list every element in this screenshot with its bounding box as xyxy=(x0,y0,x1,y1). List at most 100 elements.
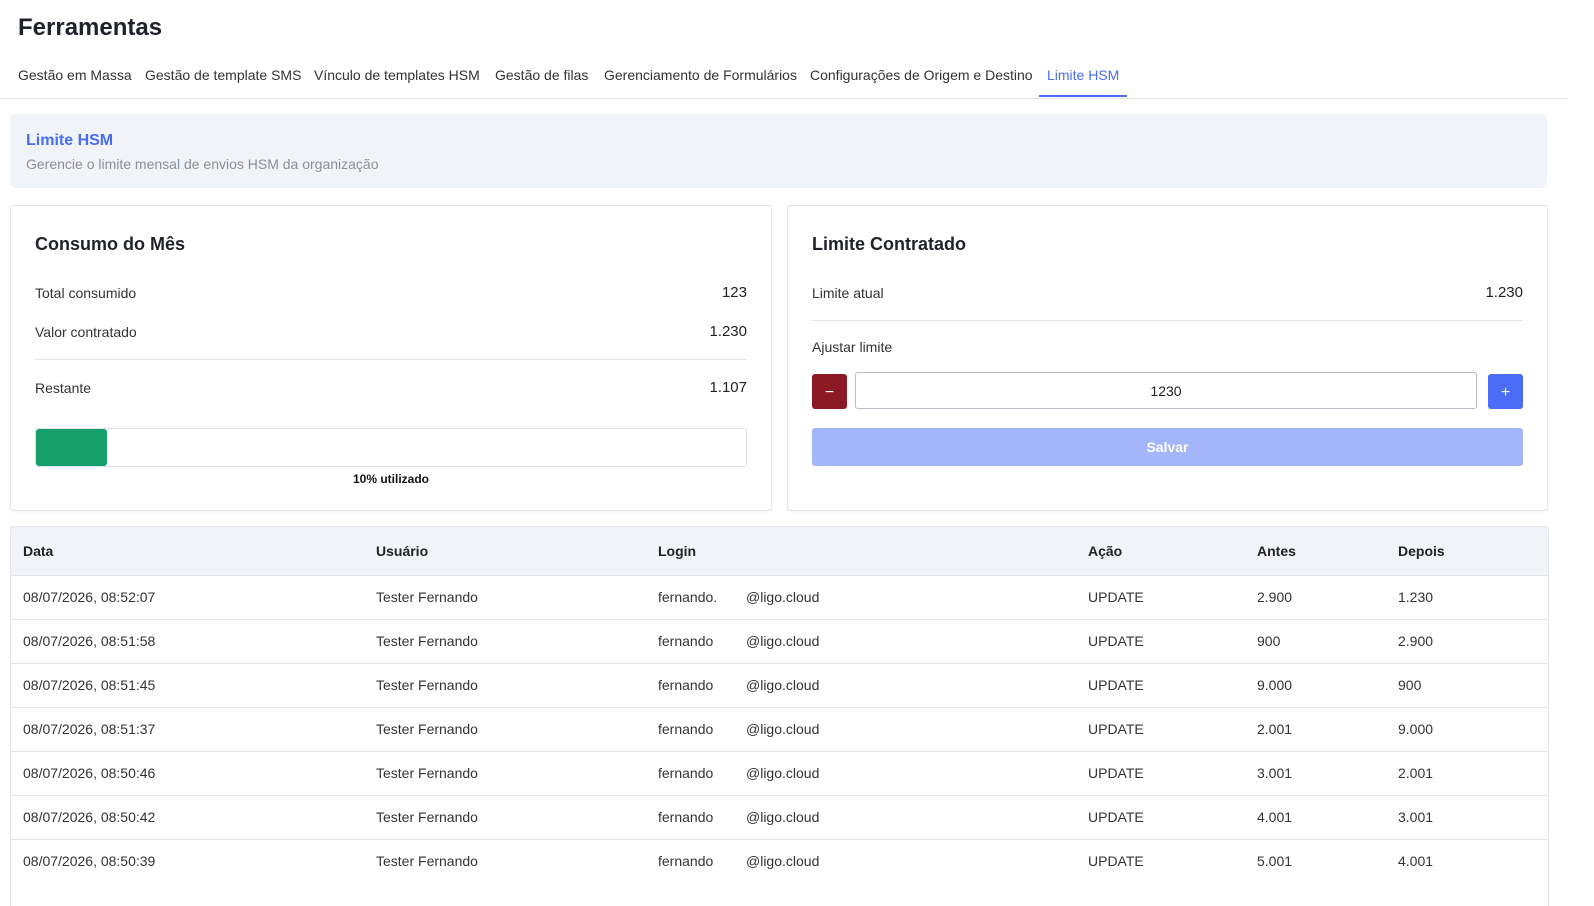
decrement-button[interactable]: − xyxy=(812,374,847,409)
login-user: fernando xyxy=(658,633,714,649)
cell-acao: UPDATE xyxy=(1088,765,1144,781)
cell-antes: 2.900 xyxy=(1257,589,1293,605)
tab-gerenciamento-formularios[interactable]: Gerenciamento de Formulários xyxy=(604,58,797,97)
cell-depois: 2.001 xyxy=(1398,765,1434,781)
cell-login: fernando @ligo.cloud xyxy=(646,619,1076,663)
cell-login: fernando @ligo.cloud xyxy=(646,795,1076,839)
login-domain: @ligo.cloud xyxy=(746,589,820,605)
login-user: fernando xyxy=(658,853,714,870)
cell-depois: 900 xyxy=(1398,677,1422,693)
total-consumido-label: Total consumido xyxy=(35,285,137,301)
cell-antes: 9.000 xyxy=(1257,677,1293,693)
cell-antes: 4.001 xyxy=(1257,809,1293,825)
login-domain: @ligo.cloud xyxy=(746,677,820,693)
column-header-antes[interactable]: Antes xyxy=(1245,527,1386,575)
table-row: 08/07/2026, 08:51:37 Tester Fernando fer… xyxy=(11,707,1548,751)
login-domain: @ligo.cloud xyxy=(746,765,820,781)
table-row: 08/07/2026, 08:52:07 Tester Fernando fer… xyxy=(11,575,1548,619)
cell-login: fernando @ligo.cloud xyxy=(646,707,1076,751)
login-domain: @ligo.cloud xyxy=(746,809,820,825)
tab-configuracoes-origem-destino[interactable]: Configurações de Origem e Destino xyxy=(810,58,1033,97)
limit-input[interactable] xyxy=(855,372,1477,409)
section-header: Limite HSM Gerencie o limite mensal de e… xyxy=(10,114,1547,188)
tab-vinculo-templates-hsm[interactable]: Vínculo de templates HSM xyxy=(314,58,480,97)
total-consumido-value: 123 xyxy=(721,284,747,301)
section-subtitle: Gerencie o limite mensal de envios HSM d… xyxy=(26,156,379,172)
cell-data: 08/07/2026, 08:50:39 xyxy=(23,853,156,870)
increment-button[interactable]: + xyxy=(1488,374,1523,409)
cell-usuario: Tester Fernando xyxy=(376,765,478,781)
cell-data: 08/07/2026, 08:51:45 xyxy=(23,677,156,693)
cell-usuario: Tester Fernando xyxy=(376,677,478,693)
cell-antes: 3.001 xyxy=(1257,765,1293,781)
tab-gestao-template-sms[interactable]: Gestão de template SMS xyxy=(145,58,301,97)
column-header-usuario[interactable]: Usuário xyxy=(364,527,646,575)
cell-depois: 4.001 xyxy=(1398,853,1434,870)
history-table: Data Usuário Login Ação Antes Depois 08/… xyxy=(10,526,1549,906)
cell-depois: 2.900 xyxy=(1398,633,1434,649)
cell-depois: 9.000 xyxy=(1398,721,1434,737)
usage-progress-bar xyxy=(35,428,747,467)
valor-contratado-label: Valor contratado xyxy=(35,324,137,340)
cell-usuario: Tester Fernando xyxy=(376,721,478,737)
login-domain: @ligo.cloud xyxy=(746,721,820,737)
cell-data: 08/07/2026, 08:50:42 xyxy=(23,809,156,825)
table-row: 08/07/2026, 08:50:42 Tester Fernando fer… xyxy=(11,795,1548,839)
table-row: 08/07/2026, 08:51:58 Tester Fernando fer… xyxy=(11,619,1548,663)
cell-usuario: Tester Fernando xyxy=(376,809,478,825)
cell-data: 08/07/2026, 08:50:46 xyxy=(23,765,156,781)
restante-label: Restante xyxy=(35,380,92,396)
cell-data: 08/07/2026, 08:51:58 xyxy=(23,633,156,649)
usage-progress-label: 10% utilizado xyxy=(352,472,429,486)
limite-card: Limite Contratado Limite atual 1.230 Aju… xyxy=(787,205,1548,511)
column-header-data[interactable]: Data xyxy=(11,527,364,575)
cell-acao: UPDATE xyxy=(1088,589,1144,605)
cell-usuario: Tester Fernando xyxy=(376,589,478,605)
cell-acao: UPDATE xyxy=(1088,809,1144,825)
cell-antes: 5.001 xyxy=(1257,853,1293,870)
tab-limite-hsm[interactable]: Limite HSM xyxy=(1039,58,1128,97)
usage-progress-fill xyxy=(36,429,107,466)
cell-login: fernando. @ligo.cloud xyxy=(646,575,1076,619)
consumo-title: Consumo do Mês xyxy=(35,234,186,254)
cell-data: 08/07/2026, 08:51:37 xyxy=(23,721,156,737)
cell-antes: 2.001 xyxy=(1257,721,1293,737)
cell-login: fernando @ligo.cloud xyxy=(646,663,1076,707)
login-domain: @ligo.cloud xyxy=(746,853,820,870)
limite-title: Limite Contratado xyxy=(812,234,967,254)
cell-antes: 900 xyxy=(1257,633,1281,649)
table-row: 08/07/2026, 08:51:45 Tester Fernando fer… xyxy=(11,663,1548,707)
section-title: Limite HSM xyxy=(26,132,114,149)
cell-depois: 1.230 xyxy=(1398,589,1434,605)
table-row: 08/07/2026, 08:50:39 Tester Fernando fer… xyxy=(11,839,1548,883)
table-row: 08/07/2026, 08:50:46 Tester Fernando fer… xyxy=(11,751,1548,795)
table-header-row: Data Usuário Login Ação Antes Depois xyxy=(11,527,1548,575)
cell-acao: UPDATE xyxy=(1088,677,1144,693)
valor-contratado-value: 1.230 xyxy=(709,323,747,340)
login-user: fernando xyxy=(658,677,714,693)
cell-acao: UPDATE xyxy=(1088,853,1144,870)
column-header-acao[interactable]: Ação xyxy=(1076,527,1245,575)
consumo-card: Consumo do Mês Total consumido 123 Valor… xyxy=(10,205,772,511)
login-user: fernando xyxy=(658,809,714,825)
cell-acao: UPDATE xyxy=(1088,633,1144,649)
tab-gestao-de-filas[interactable]: Gestão de filas xyxy=(495,58,588,97)
divider xyxy=(812,320,1523,321)
limite-atual-label: Limite atual xyxy=(812,285,884,301)
save-button[interactable]: Salvar xyxy=(812,428,1523,466)
cell-depois: 3.001 xyxy=(1398,809,1434,825)
login-user: fernando xyxy=(658,721,714,737)
cell-data: 08/07/2026, 08:52:07 xyxy=(23,589,156,605)
limite-atual-value: 1.230 xyxy=(1485,284,1523,301)
column-header-login[interactable]: Login xyxy=(646,527,1076,575)
tab-bar: Gestão em Massa Gestão de template SMS V… xyxy=(0,58,1568,99)
divider xyxy=(35,359,747,360)
cell-acao: UPDATE xyxy=(1088,721,1144,737)
cell-login: fernando @ligo.cloud xyxy=(646,839,1076,883)
page-title: Ferramentas xyxy=(18,14,163,41)
cell-usuario: Tester Fernando xyxy=(376,853,478,870)
cell-login: fernando @ligo.cloud xyxy=(646,751,1076,795)
tab-gestao-em-massa[interactable]: Gestão em Massa xyxy=(18,58,132,97)
column-header-depois[interactable]: Depois xyxy=(1386,527,1548,575)
ajustar-limite-label: Ajustar limite xyxy=(812,339,893,355)
